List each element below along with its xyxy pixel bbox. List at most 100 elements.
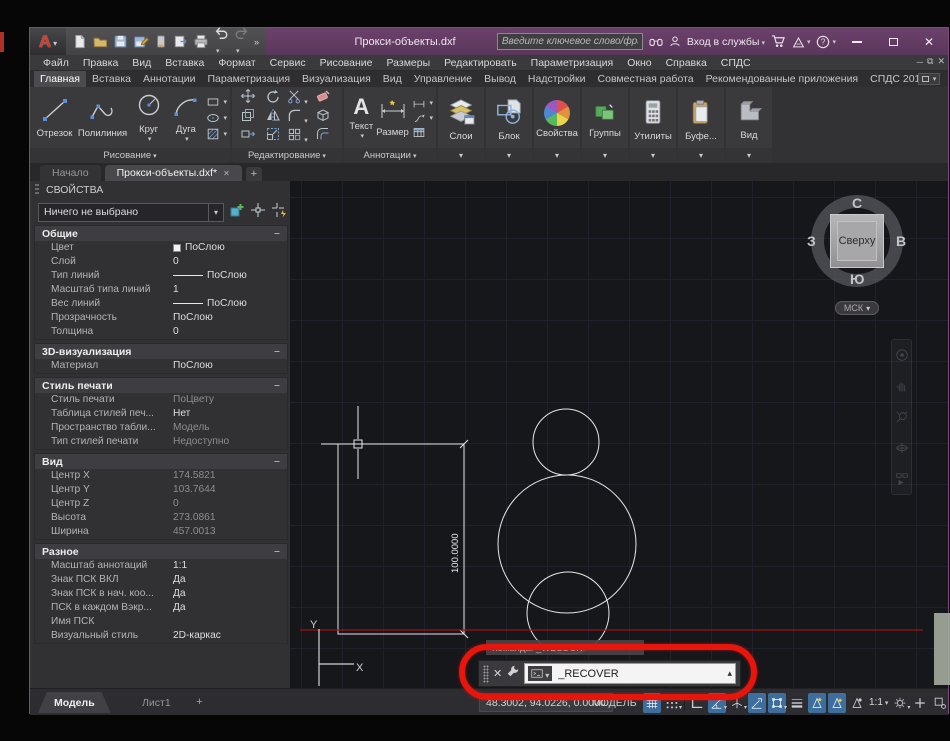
ucs-selector[interactable]: МСК [835,301,879,315]
undo-icon[interactable] [214,26,229,58]
prop-row[interactable]: Центр Z0 [35,497,287,511]
prop-row[interactable]: ПСК в каждом Вэкр...Да [35,601,287,615]
hatch-tool[interactable] [205,127,227,141]
tab-drawing[interactable]: Прокси-объекты.dxf* [105,165,242,181]
tab-start[interactable]: Начало [40,165,101,181]
utilities-panel-caret[interactable] [630,148,676,163]
prop-row[interactable]: Масштаб аннотаций1:1 [35,559,287,573]
table-tool[interactable] [411,126,433,139]
menu-parametric[interactable]: Параметризация [524,57,621,69]
close-button[interactable]: ✕ [914,32,944,52]
block-button[interactable]: Блок [486,94,532,142]
collapse-icon[interactable] [274,546,280,558]
offset-tool[interactable] [315,126,331,147]
prop-row[interactable]: Высота273.0861 [35,511,287,525]
move-tool[interactable] [240,88,256,109]
ribbon-tab-home[interactable]: Главная [34,71,86,87]
rectangle-tool[interactable] [205,95,227,109]
redo-icon[interactable] [234,26,249,58]
erase-tool[interactable] [315,88,331,109]
new-drawing-tab-button[interactable] [246,167,262,181]
model-space-canvas[interactable]: 100.0000 Y X [290,181,948,688]
prop-row[interactable]: Знак ПСК в нач. коо...Да [35,587,287,601]
ellipse-tool[interactable] [205,111,227,125]
prop-row[interactable]: Знак ПСК ВКЛДа [35,573,287,587]
sign-in-button[interactable]: Вход в службы [687,36,765,48]
collapse-icon[interactable] [274,380,280,392]
prop-row[interactable]: Центр Y103.7644 [35,483,287,497]
object-snap-tracking-toggle[interactable] [748,693,766,713]
collapse-icon[interactable] [274,346,280,358]
navigation-bar[interactable] [891,339,912,495]
batch-plot-icon[interactable] [154,34,168,49]
menu-format[interactable]: Формат [211,57,262,69]
menu-dimension[interactable]: Размеры [380,57,438,69]
quick-select-icon[interactable] [271,202,287,223]
viewcube-top-face[interactable]: Сверху [830,214,884,268]
toggle-pickadd-icon[interactable] [229,202,245,223]
show-motion-icon[interactable] [895,472,909,486]
arc-tool[interactable]: Дуга [168,93,203,143]
menu-draw[interactable]: Рисование [313,57,380,69]
menu-window[interactable]: Окно [620,57,658,69]
viewcube-east[interactable]: В [896,233,906,249]
viewcube-west[interactable]: З [807,233,816,249]
ribbon-display-toggle[interactable] [918,73,940,85]
panel-label-annotation[interactable]: Аннотации [344,148,436,163]
ribbon-tab-collaborate[interactable]: Совместная работа [592,71,700,87]
prop-row[interactable]: ПрозрачностьПоСлою [35,311,287,325]
menu-help[interactable]: Справка [659,57,714,69]
circle-tool[interactable]: Круг [129,93,168,143]
tab-close-icon[interactable] [223,167,230,179]
new-layout-button[interactable] [192,695,207,709]
steering-wheel-icon[interactable] [895,348,909,362]
array-tool[interactable] [287,127,308,147]
fillet-tool[interactable] [287,108,308,128]
viewcube-north[interactable]: С [852,195,862,211]
ribbon-tab-addins[interactable]: Надстройки [522,71,592,87]
palette-grip-icon[interactable] [35,184,39,196]
app-store-cart-icon[interactable] [771,35,786,48]
pan-hand-icon[interactable] [895,379,909,393]
prop-row[interactable]: Ширина457.0013 [35,525,287,539]
ribbon-tab-manage[interactable]: Управление [408,71,478,87]
panel-label-draw[interactable]: Рисование [30,148,230,163]
panel-label-modify[interactable]: Редактирование [232,148,342,163]
rotate-tool[interactable] [265,88,281,109]
polyline-tool[interactable]: Полилиния [76,97,129,139]
line-tool[interactable]: Отрезок [33,97,76,139]
orbit-icon[interactable] [895,441,909,455]
annotation-scale-icon[interactable] [848,693,866,713]
menu-file[interactable]: Файл [36,57,76,69]
isolate-objects-icon[interactable] [931,693,949,713]
zoom-icon[interactable] [895,410,909,424]
ribbon-tab-view[interactable]: Вид [377,71,408,87]
prop-row[interactable]: Имя ПСК [35,615,287,629]
clipboard-panel-caret[interactable] [678,148,724,163]
prop-row[interactable]: Толщина0 [35,325,287,339]
section-3d-header[interactable]: 3D-визуализация [35,344,287,359]
drawn-rectangle[interactable] [338,444,464,634]
prop-row[interactable]: Пространство табли...Модель [35,421,287,435]
ribbon-tab-parametric[interactable]: Параметризация [202,71,297,87]
open-file-icon[interactable] [92,34,108,49]
annotation-autoscale-toggle[interactable] [828,693,846,713]
selection-combo[interactable]: Ничего не выбрано [38,203,224,222]
minimize-button[interactable] [842,32,872,52]
application-menu-button[interactable]: A [30,28,66,55]
model-space-tab[interactable]: Модель [38,692,111,713]
prop-row[interactable]: Тип стилей печатиНедоступно [35,435,287,449]
properties-panel-caret[interactable] [534,148,580,163]
text-tool[interactable]: A Текст [347,95,376,140]
menu-insert[interactable]: Вставка [158,57,211,69]
stretch-tool[interactable] [240,126,256,147]
doc-restore-icon[interactable]: ⧉ [927,56,933,67]
prop-row[interactable]: Тип линийПоСлою [35,269,287,283]
prop-row[interactable]: МатериалПоСлою [35,359,287,373]
groups-panel-caret[interactable] [582,148,628,163]
doc-close-icon[interactable]: ✕ [937,56,945,67]
prop-row[interactable]: ЦветПоСлою [35,241,287,255]
qat-overflow-icon[interactable]: » [254,37,259,47]
ribbon-tab-annotate[interactable]: Аннотации [137,71,202,87]
multileader-tool[interactable] [411,96,433,109]
